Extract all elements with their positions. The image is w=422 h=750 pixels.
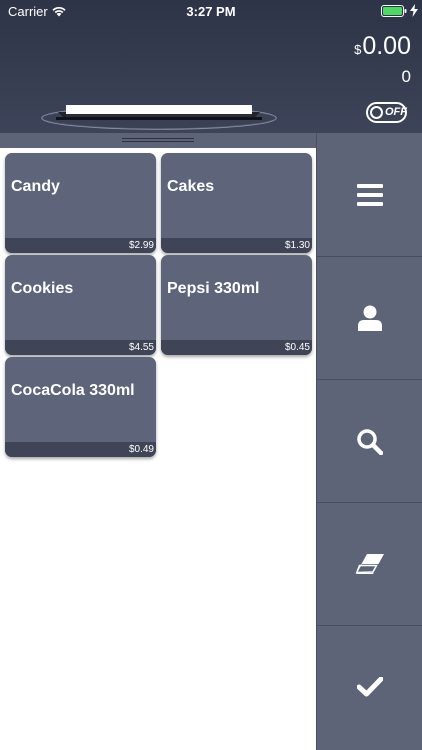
total-value: 0.00 [362,32,411,60]
checkout-button[interactable] [317,625,422,748]
product-name: Cookies [11,280,74,297]
product-price: $0.49 [128,444,154,455]
currency-symbol: $ [354,42,362,57]
clear-button[interactable] [317,502,422,625]
price-bar: $0.45 [161,340,312,355]
product-price: $4.55 [128,342,154,353]
product-tile-pepsi[interactable]: Pepsi 330ml $0.45 [161,255,312,355]
product-tile-cakes[interactable]: Cakes $1.30 [161,153,312,253]
menu-button[interactable] [317,133,422,256]
toggle-knob [370,106,383,119]
products-handle-bar[interactable] [0,133,316,148]
battery-icon [381,5,407,17]
sidebar [316,133,422,750]
product-tile-candy[interactable]: Candy $2.99 [5,153,156,253]
scale-device-icon [41,105,277,130]
eraser-icon [355,554,384,574]
product-tile-cookies[interactable]: Cookies $4.55 [5,255,156,355]
customer-button[interactable] [317,256,422,379]
price-bar: $2.99 [5,238,156,253]
price-bar: $1.30 [161,238,312,253]
products-grid: Candy $2.99 Cakes $1.30 Cookies $4.55 Pe… [0,148,316,750]
user-icon [357,305,382,331]
off-toggle[interactable]: OFF [366,102,407,123]
search-button[interactable] [317,379,422,502]
total-amount: $ 0.00 [354,32,411,61]
product-price: $1.30 [284,240,310,251]
product-price: $0.45 [284,342,310,353]
item-count: 0 [401,67,411,86]
product-name: Pepsi 330ml [167,280,260,297]
checkmark-icon [356,677,383,697]
charging-icon [410,4,418,17]
product-name: Cakes [167,178,215,195]
search-icon [357,428,383,455]
menu-icon [356,183,383,206]
price-bar: $0.49 [5,442,156,457]
price-bar: $4.55 [5,340,156,355]
product-name: CocaCola 330ml [11,382,135,399]
product-price: $2.99 [128,240,154,251]
drag-handle[interactable] [122,138,194,142]
status-time: 3:27 PM [186,4,236,19]
product-tile-cocacola[interactable]: CocaCola 330ml $0.49 [5,357,156,457]
header: Carrier 3:27 PM $ 0.00 0 OFF [0,0,422,133]
product-name: Candy [11,178,60,195]
toggle-label: OFF [385,106,407,118]
status-bar: Carrier 3:27 PM [0,0,422,22]
